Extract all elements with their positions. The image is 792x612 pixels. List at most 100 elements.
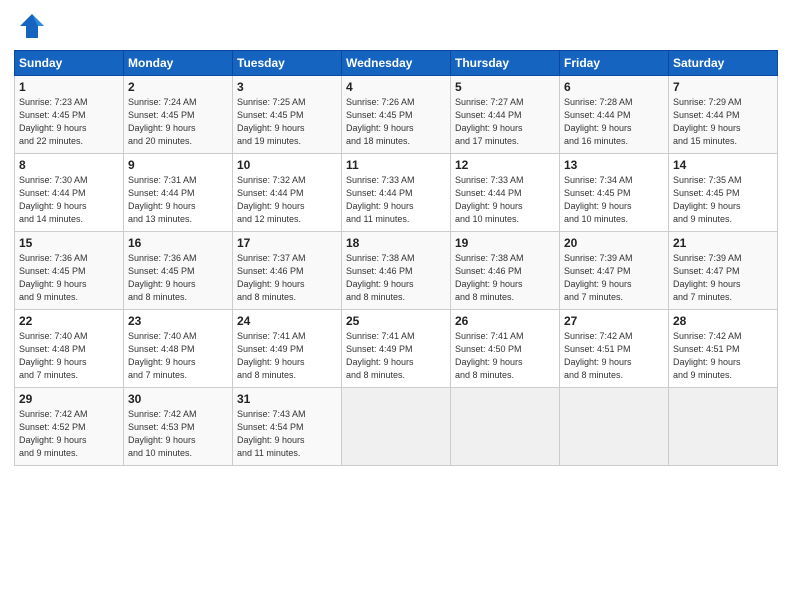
page-container: SundayMondayTuesdayWednesdayThursdayFrid… [0, 0, 792, 474]
calendar-cell: 24 Sunrise: 7:41 AM Sunset: 4:49 PM Dayli… [233, 310, 342, 388]
day-number: 27 [564, 314, 664, 328]
day-number: 8 [19, 158, 119, 172]
calendar-week-row: 8 Sunrise: 7:30 AM Sunset: 4:44 PM Daylig… [15, 154, 778, 232]
day-number: 21 [673, 236, 773, 250]
day-info: Sunrise: 7:30 AM Sunset: 4:44 PM Dayligh… [19, 174, 119, 226]
calendar-cell: 2Sunrise: 7:24 AM Sunset: 4:45 PM Daylig… [124, 76, 233, 154]
calendar-cell: 8 Sunrise: 7:30 AM Sunset: 4:44 PM Daylig… [15, 154, 124, 232]
calendar-cell: 4Sunrise: 7:26 AM Sunset: 4:45 PM Daylig… [342, 76, 451, 154]
calendar-cell: 28 Sunrise: 7:42 AM Sunset: 4:51 PM Dayli… [669, 310, 778, 388]
calendar-cell: 27 Sunrise: 7:42 AM Sunset: 4:51 PM Dayli… [560, 310, 669, 388]
day-info: Sunrise: 7:39 AM Sunset: 4:47 PM Dayligh… [564, 252, 664, 304]
day-info: Sunrise: 7:39 AM Sunset: 4:47 PM Dayligh… [673, 252, 773, 304]
day-of-week-header: Sunday [15, 51, 124, 76]
day-info: Sunrise: 7:31 AM Sunset: 4:44 PM Dayligh… [128, 174, 228, 226]
calendar-cell: 16 Sunrise: 7:36 AM Sunset: 4:45 PM Dayli… [124, 232, 233, 310]
day-info: Sunrise: 7:42 AM Sunset: 4:52 PM Dayligh… [19, 408, 119, 460]
day-info: Sunrise: 7:29 AM Sunset: 4:44 PM Dayligh… [673, 96, 773, 148]
day-number: 28 [673, 314, 773, 328]
calendar-cell: 15 Sunrise: 7:36 AM Sunset: 4:45 PM Dayli… [15, 232, 124, 310]
calendar-cell [669, 388, 778, 466]
calendar-cell: 30 Sunrise: 7:42 AM Sunset: 4:53 PM Dayli… [124, 388, 233, 466]
logo-icon [18, 12, 46, 40]
day-number: 14 [673, 158, 773, 172]
day-number: 10 [237, 158, 337, 172]
day-of-week-header: Saturday [669, 51, 778, 76]
day-number: 7 [673, 80, 773, 94]
day-number: 6 [564, 80, 664, 94]
calendar-week-row: 15 Sunrise: 7:36 AM Sunset: 4:45 PM Dayli… [15, 232, 778, 310]
calendar-table: SundayMondayTuesdayWednesdayThursdayFrid… [14, 50, 778, 466]
day-number: 15 [19, 236, 119, 250]
day-number: 11 [346, 158, 446, 172]
day-number: 17 [237, 236, 337, 250]
day-number: 13 [564, 158, 664, 172]
day-info: Sunrise: 7:25 AM Sunset: 4:45 PM Dayligh… [237, 96, 337, 148]
calendar-cell: 3 Sunrise: 7:25 AM Sunset: 4:45 PM Daylig… [233, 76, 342, 154]
day-info: Sunrise: 7:28 AM Sunset: 4:44 PM Dayligh… [564, 96, 664, 148]
day-number: 1 [19, 80, 119, 94]
calendar-cell: 6 Sunrise: 7:28 AM Sunset: 4:44 PM Daylig… [560, 76, 669, 154]
day-info: Sunrise: 7:43 AM Sunset: 4:54 PM Dayligh… [237, 408, 337, 460]
calendar-cell [451, 388, 560, 466]
day-number: 26 [455, 314, 555, 328]
calendar-cell: 13 Sunrise: 7:34 AM Sunset: 4:45 PM Dayli… [560, 154, 669, 232]
day-number: 12 [455, 158, 555, 172]
day-info: Sunrise: 7:41 AM Sunset: 4:49 PM Dayligh… [237, 330, 337, 382]
day-number: 25 [346, 314, 446, 328]
day-info: Sunrise: 7:41 AM Sunset: 4:50 PM Dayligh… [455, 330, 555, 382]
day-number: 24 [237, 314, 337, 328]
calendar-header-row: SundayMondayTuesdayWednesdayThursdayFrid… [15, 51, 778, 76]
day-number: 16 [128, 236, 228, 250]
day-info: Sunrise: 7:40 AM Sunset: 4:48 PM Dayligh… [128, 330, 228, 382]
day-info: Sunrise: 7:36 AM Sunset: 4:45 PM Dayligh… [128, 252, 228, 304]
day-number: 31 [237, 392, 337, 406]
day-info: Sunrise: 7:40 AM Sunset: 4:48 PM Dayligh… [19, 330, 119, 382]
day-info: Sunrise: 7:42 AM Sunset: 4:51 PM Dayligh… [564, 330, 664, 382]
day-of-week-header: Wednesday [342, 51, 451, 76]
calendar-cell: 22 Sunrise: 7:40 AM Sunset: 4:48 PM Dayli… [15, 310, 124, 388]
calendar-cell: 11 Sunrise: 7:33 AM Sunset: 4:44 PM Dayli… [342, 154, 451, 232]
day-number: 3 [237, 80, 337, 94]
calendar-cell: 21 Sunrise: 7:39 AM Sunset: 4:47 PM Dayli… [669, 232, 778, 310]
day-info: Sunrise: 7:42 AM Sunset: 4:51 PM Dayligh… [673, 330, 773, 382]
day-info: Sunrise: 7:38 AM Sunset: 4:46 PM Dayligh… [455, 252, 555, 304]
calendar-cell: 23 Sunrise: 7:40 AM Sunset: 4:48 PM Dayli… [124, 310, 233, 388]
day-info: Sunrise: 7:35 AM Sunset: 4:45 PM Dayligh… [673, 174, 773, 226]
day-info: Sunrise: 7:42 AM Sunset: 4:53 PM Dayligh… [128, 408, 228, 460]
day-info: Sunrise: 7:24 AM Sunset: 4:45 PM Dayligh… [128, 96, 228, 148]
day-number: 19 [455, 236, 555, 250]
calendar-cell: 17Sunrise: 7:37 AM Sunset: 4:46 PM Dayli… [233, 232, 342, 310]
calendar-cell: 10 Sunrise: 7:32 AM Sunset: 4:44 PM Dayli… [233, 154, 342, 232]
day-info: Sunrise: 7:38 AM Sunset: 4:46 PM Dayligh… [346, 252, 446, 304]
day-number: 23 [128, 314, 228, 328]
calendar-cell: 31 Sunrise: 7:43 AM Sunset: 4:54 PM Dayli… [233, 388, 342, 466]
day-number: 20 [564, 236, 664, 250]
day-info: Sunrise: 7:33 AM Sunset: 4:44 PM Dayligh… [455, 174, 555, 226]
calendar-cell: 9Sunrise: 7:31 AM Sunset: 4:44 PM Daylig… [124, 154, 233, 232]
day-of-week-header: Thursday [451, 51, 560, 76]
calendar-cell: 5Sunrise: 7:27 AM Sunset: 4:44 PM Daylig… [451, 76, 560, 154]
calendar-cell: 14 Sunrise: 7:35 AM Sunset: 4:45 PM Dayli… [669, 154, 778, 232]
day-number: 30 [128, 392, 228, 406]
calendar-week-row: 29 Sunrise: 7:42 AM Sunset: 4:52 PM Dayli… [15, 388, 778, 466]
day-info: Sunrise: 7:33 AM Sunset: 4:44 PM Dayligh… [346, 174, 446, 226]
calendar-cell: 26 Sunrise: 7:41 AM Sunset: 4:50 PM Dayli… [451, 310, 560, 388]
day-info: Sunrise: 7:32 AM Sunset: 4:44 PM Dayligh… [237, 174, 337, 226]
day-number: 29 [19, 392, 119, 406]
calendar-cell: 1 Sunrise: 7:23 AM Sunset: 4:45 PM Daylig… [15, 76, 124, 154]
day-info: Sunrise: 7:34 AM Sunset: 4:45 PM Dayligh… [564, 174, 664, 226]
day-of-week-header: Monday [124, 51, 233, 76]
day-number: 22 [19, 314, 119, 328]
calendar-cell: 25Sunrise: 7:41 AM Sunset: 4:49 PM Dayli… [342, 310, 451, 388]
day-number: 18 [346, 236, 446, 250]
calendar-cell: 12 Sunrise: 7:33 AM Sunset: 4:44 PM Dayli… [451, 154, 560, 232]
day-of-week-header: Friday [560, 51, 669, 76]
page-header [14, 12, 778, 40]
day-info: Sunrise: 7:27 AM Sunset: 4:44 PM Dayligh… [455, 96, 555, 148]
day-info: Sunrise: 7:36 AM Sunset: 4:45 PM Dayligh… [19, 252, 119, 304]
day-info: Sunrise: 7:23 AM Sunset: 4:45 PM Dayligh… [19, 96, 119, 148]
calendar-cell [560, 388, 669, 466]
logo [14, 12, 46, 40]
calendar-cell: 7 Sunrise: 7:29 AM Sunset: 4:44 PM Daylig… [669, 76, 778, 154]
